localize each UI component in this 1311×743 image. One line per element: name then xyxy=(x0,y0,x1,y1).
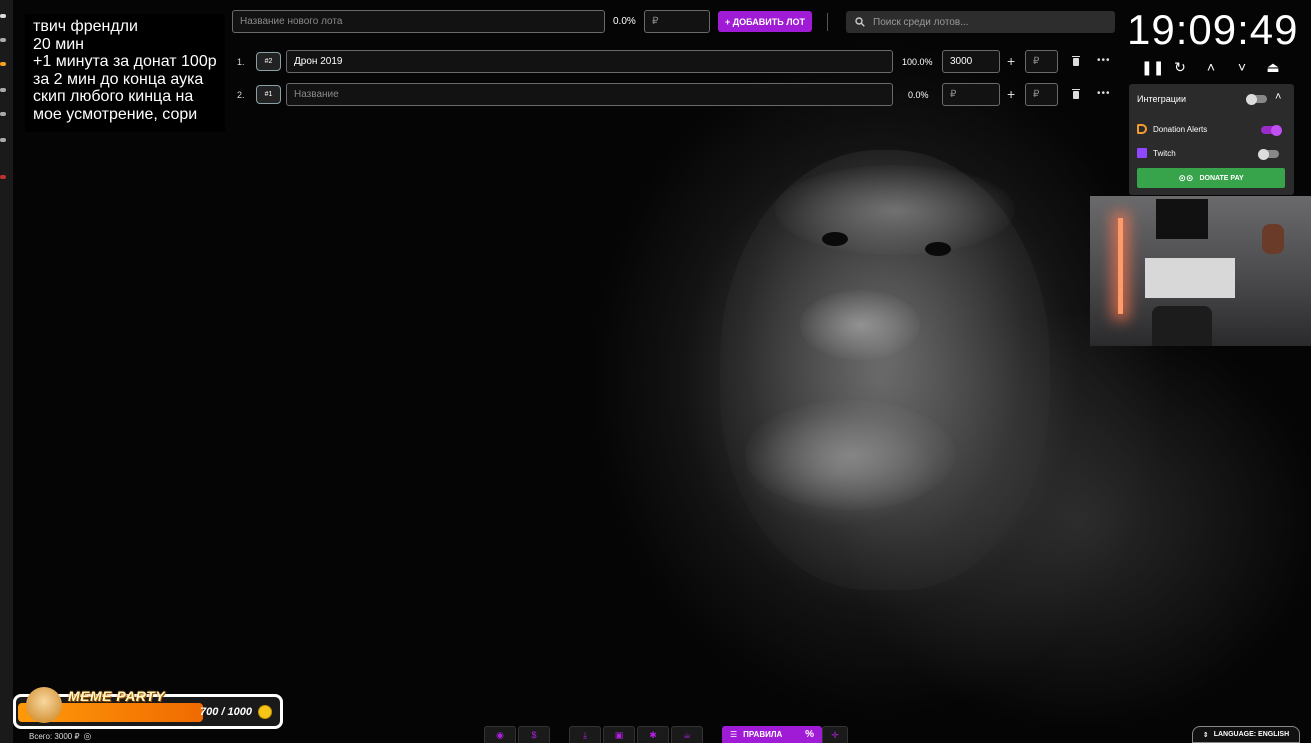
twitch-icon xyxy=(1137,148,1147,158)
lot-id-badge[interactable]: #1 xyxy=(256,85,281,104)
integration-label: Twitch xyxy=(1153,148,1176,158)
lot-add-amount-input[interactable]: ₽ xyxy=(1025,83,1058,106)
integration-twitch: Twitch xyxy=(1137,148,1176,158)
note-line: +1 минута за донат 100р xyxy=(33,53,217,70)
donate-pay-icon: ⊙⊙ xyxy=(1178,172,1194,183)
doge-avatar xyxy=(26,687,62,723)
note-line: мое усмотрение, сори xyxy=(33,105,198,123)
lot-index: 2. xyxy=(237,90,245,100)
chimpanzee-eye-left xyxy=(822,232,848,246)
left-edge-strip xyxy=(0,0,13,743)
lot-add-amount-input[interactable]: ₽ xyxy=(1025,50,1058,73)
more-options-icon[interactable]: ••• xyxy=(1097,88,1111,99)
integrations-master-toggle[interactable] xyxy=(1246,93,1267,105)
integration-donation-alerts: Donation Alerts xyxy=(1137,124,1207,134)
total-label: Всего: 3000 ₽ xyxy=(29,732,80,741)
chimpanzee-brow xyxy=(775,165,1015,255)
github-icon[interactable]: ◉ xyxy=(484,726,516,743)
note-line: 20 мин xyxy=(33,35,85,53)
save-icon[interactable]: ▣ xyxy=(603,726,635,743)
search-placeholder: Поиск среди лотов... xyxy=(873,16,969,28)
lot-amount-input[interactable]: 3000 xyxy=(942,50,1000,73)
donation-alerts-icon xyxy=(1137,124,1147,134)
new-lot-percent: 0.0% xyxy=(613,16,636,27)
chevron-up-icon[interactable]: ˄ xyxy=(1202,60,1220,74)
goal-title: MEME PARTY xyxy=(68,688,166,704)
bug-icon[interactable]: ✱ xyxy=(637,726,669,743)
hidden-eye-icon[interactable]: ◎ xyxy=(84,731,92,742)
delete-lot-icon[interactable] xyxy=(1072,56,1080,66)
language-selector[interactable]: ⇕ LANGUAGE: ENGLISH xyxy=(1192,726,1300,743)
delete-lot-icon[interactable] xyxy=(1072,89,1080,99)
webcam-feed xyxy=(1090,196,1311,346)
rules-percent-label: % xyxy=(805,729,814,740)
plus-icon: + xyxy=(1007,53,1016,69)
rules-label: ПРАВИЛА xyxy=(743,730,783,739)
coin-icon xyxy=(258,705,272,719)
lot-index: 1. xyxy=(237,57,245,67)
donate-pay-button[interactable]: ⊙⊙ DONATE PAY xyxy=(1137,168,1285,188)
note-line: за 2 мин до конца аука xyxy=(33,70,204,88)
move-icon[interactable]: ✛ xyxy=(822,726,848,743)
integration-label: Donation Alerts xyxy=(1153,124,1208,134)
total-amount: Всего: 3000 ₽ ◎ xyxy=(29,731,91,742)
sort-icon: ⇕ xyxy=(1202,731,1209,739)
goal-count: 700 / 1000 xyxy=(200,706,252,718)
reset-icon[interactable]: ↻ xyxy=(1171,60,1189,74)
new-lot-amount-input[interactable]: ₽ xyxy=(644,10,710,33)
lot-id-badge[interactable]: #2 xyxy=(256,52,281,71)
chevron-down-icon[interactable]: ˅ xyxy=(1233,60,1251,74)
search-icon xyxy=(855,17,865,27)
plus-icon: + xyxy=(1007,86,1016,102)
chimpanzee-mouth xyxy=(745,400,955,510)
integrations-title: Интеграции xyxy=(1137,94,1186,104)
list-icon: ☰ xyxy=(730,730,738,739)
lot-percent: 0.0% xyxy=(908,90,929,100)
add-lot-button[interactable]: + ДОБАВИТЬ ЛОТ xyxy=(718,11,812,32)
download-icon[interactable]: ⤓ xyxy=(569,726,601,743)
language-label: LANGUAGE: ENGLISH xyxy=(1213,731,1290,738)
auction-timer: 19:09:49 xyxy=(1127,6,1299,53)
note-line: твич френдли xyxy=(33,18,138,35)
donate-pay-label: DONATE PAY xyxy=(1199,174,1244,182)
add-lot-label: + ДОБАВИТЬ ЛОТ xyxy=(724,16,806,27)
more-options-icon[interactable]: ••• xyxy=(1097,55,1111,66)
new-lot-name-input[interactable]: Название нового лота xyxy=(232,10,605,33)
donation-goal-widget: MEME PARTY 700 / 1000 xyxy=(13,687,283,729)
lot-percent: 100.0% xyxy=(902,57,933,67)
lot-name-input[interactable]: Название xyxy=(286,83,893,106)
chimpanzee-eye-right xyxy=(925,242,951,256)
toolbar-divider xyxy=(827,13,828,31)
twitch-toggle[interactable] xyxy=(1258,148,1279,160)
donation-alerts-toggle[interactable] xyxy=(1261,124,1282,136)
coffee-icon[interactable]: ☕ xyxy=(671,726,703,743)
eject-icon[interactable]: ⏏ xyxy=(1264,60,1282,74)
rules-button[interactable]: ☰ ПРАВИЛА % xyxy=(722,726,822,743)
chimpanzee-nose xyxy=(800,290,920,360)
lot-amount-input[interactable]: ₽ xyxy=(942,83,1000,106)
lot-search-input[interactable]: Поиск среди лотов... xyxy=(846,11,1115,33)
stream-rules-note: твич френдли 20 мин +1 минута за донат 1… xyxy=(25,14,225,132)
integrations-panel: Интеграции ˄ Donation Alerts Twitch ⊙⊙ D… xyxy=(1129,84,1294,195)
dollar-icon[interactable]: $ xyxy=(518,726,550,743)
pause-icon[interactable]: ❚❚ xyxy=(1141,60,1164,74)
lot-name-input[interactable]: Дрон 2019 xyxy=(286,50,893,73)
collapse-chevron-icon[interactable]: ˄ xyxy=(1275,91,1281,103)
note-line: скип любого кинца на xyxy=(33,88,194,105)
